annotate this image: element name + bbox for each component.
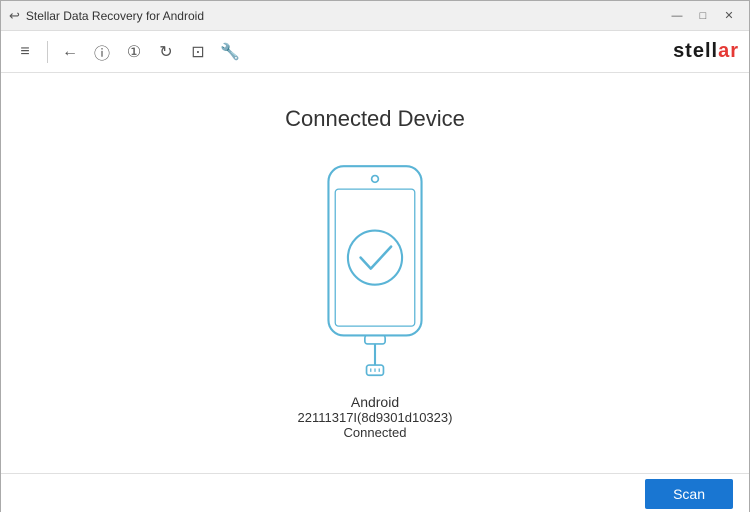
info-button[interactable]: ⓘ (88, 38, 116, 66)
title-bar-icon: ↩ (9, 8, 20, 24)
title-bar-left: ↩ Stellar Data Recovery for Android (9, 8, 204, 24)
title-bar: ↩ Stellar Data Recovery for Android — □ … (1, 1, 749, 31)
help-button[interactable]: ① (120, 38, 148, 66)
footer: Scan (1, 473, 749, 513)
page-title: Connected Device (285, 106, 465, 132)
device-info: Android 22111317I(8d9301d10323) Connecte… (298, 394, 453, 440)
device-name: Android (298, 394, 453, 410)
toolbar-divider (47, 41, 48, 63)
brand-logo: stellar (673, 40, 739, 63)
toolbar: ≡ ← ⓘ ① ↻ ⊡ 🔧 stellar (1, 31, 749, 73)
brand-logo-accent: ar (718, 40, 739, 62)
title-bar-controls: — □ ✕ (665, 6, 741, 26)
refresh-button[interactable]: ↻ (152, 38, 180, 66)
phone-illustration (300, 162, 450, 382)
device-id: 22111317I(8d9301d10323) (298, 410, 453, 425)
device-status: Connected (298, 425, 453, 440)
settings-button[interactable]: 🔧 (216, 38, 244, 66)
close-button[interactable]: ✕ (717, 6, 741, 26)
main-content: Connected Device Android (1, 73, 749, 473)
scan-button[interactable]: Scan (645, 479, 733, 509)
minimize-button[interactable]: — (665, 6, 689, 26)
cart-button[interactable]: ⊡ (184, 38, 212, 66)
back-button[interactable]: ← (56, 38, 84, 66)
phone-container: Android 22111317I(8d9301d10323) Connecte… (298, 162, 453, 440)
menu-button[interactable]: ≡ (11, 38, 39, 66)
title-bar-title: Stellar Data Recovery for Android (26, 9, 204, 23)
maximize-button[interactable]: □ (691, 6, 715, 26)
